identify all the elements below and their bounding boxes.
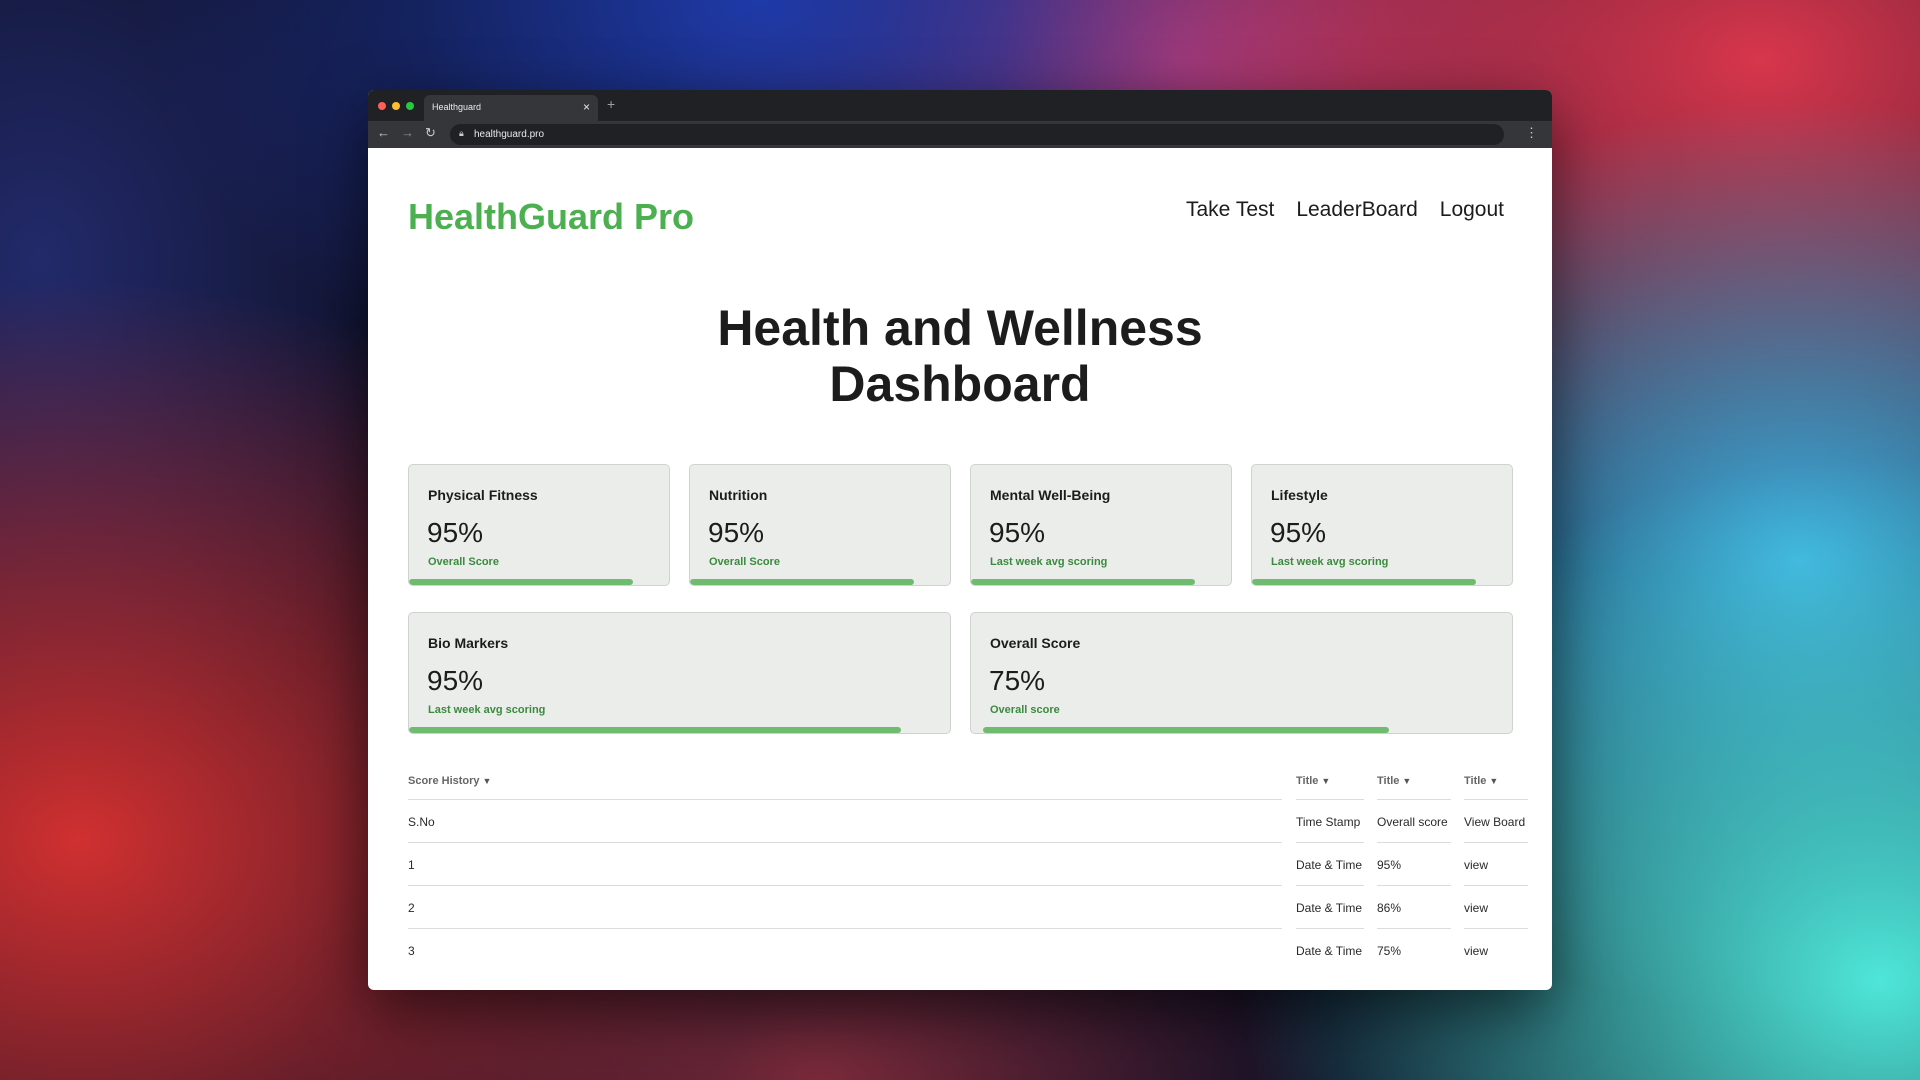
table-column-view-board: Title ▼ View Board view view view xyxy=(1464,768,1528,972)
progress-bar xyxy=(971,579,1195,585)
view-link[interactable]: view xyxy=(1464,886,1528,929)
minimize-window-button[interactable] xyxy=(392,102,400,110)
table-cell: 86% xyxy=(1377,886,1451,929)
card-bio-markers[interactable]: Bio Markers 95% Last week avg scoring xyxy=(408,612,951,734)
back-arrow-icon[interactable]: ← xyxy=(377,125,390,140)
lock-icon: 🔒︎ xyxy=(459,128,464,138)
caret-down-icon: ▼ xyxy=(1402,776,1412,786)
table-cell: 1 xyxy=(408,843,1282,886)
page-title-line1: Health and Wellness xyxy=(717,300,1203,356)
table-cell: Date & Time xyxy=(1296,886,1364,929)
card-value: 95% xyxy=(427,665,484,696)
browser-menu-icon[interactable]: ⋮ xyxy=(1525,125,1538,141)
table-cell: 95% xyxy=(1377,843,1451,886)
tab-bar: Healthguard × + xyxy=(368,90,1552,121)
card-subtitle: Overall score xyxy=(990,704,1060,716)
close-window-button[interactable] xyxy=(378,102,386,110)
table-cell: 3 xyxy=(408,944,415,958)
card-subtitle: Overall Score xyxy=(709,556,780,568)
page-content: HealthGuard Pro Take Test LeaderBoard Lo… xyxy=(368,148,1552,990)
card-value: 95% xyxy=(708,517,765,548)
card-value: 95% xyxy=(989,517,1046,548)
browser-window: Healthguard × + ← → ↻ 🔒︎ healthguard.pro… xyxy=(368,90,1552,990)
progress-bar xyxy=(690,579,914,585)
progress-bar xyxy=(1252,579,1476,585)
close-tab-icon[interactable]: × xyxy=(583,100,590,114)
nav-leaderboard[interactable]: LeaderBoard xyxy=(1296,198,1417,222)
table-cell: Date & Time xyxy=(1296,843,1364,886)
card-mental-well-being[interactable]: Mental Well-Being 95% Last week avg scor… xyxy=(970,464,1232,586)
card-title: Lifestyle xyxy=(1271,487,1328,503)
card-overall-score[interactable]: Overall Score 75% Overall score xyxy=(970,612,1513,734)
card-lifestyle[interactable]: Lifestyle 95% Last week avg scoring xyxy=(1251,464,1513,586)
title-dropdown[interactable]: Title ▼ xyxy=(1377,768,1451,800)
table-cell: Date & Time xyxy=(1296,944,1363,958)
caret-down-icon: ▼ xyxy=(1321,776,1331,786)
column-header: View Board xyxy=(1464,800,1528,843)
column-header: S.No xyxy=(408,800,1282,843)
page-title-line2: Dashboard xyxy=(829,356,1091,412)
header-label: Score History xyxy=(408,775,480,787)
card-subtitle: Last week avg scoring xyxy=(1271,556,1389,568)
browser-toolbar: ← → ↻ 🔒︎ healthguard.pro ⋮ xyxy=(368,121,1552,148)
address-bar[interactable]: 🔒︎ healthguard.pro xyxy=(450,124,1504,145)
card-value: 95% xyxy=(1270,517,1327,548)
card-title: Physical Fitness xyxy=(428,487,538,503)
header-label: Title xyxy=(1464,775,1487,787)
score-history-dropdown[interactable]: Score History ▼ xyxy=(408,768,1282,800)
card-title: Bio Markers xyxy=(428,635,509,651)
url-text: healthguard.pro xyxy=(474,129,545,140)
reload-icon[interactable]: ↻ xyxy=(425,125,436,141)
caret-down-icon: ▼ xyxy=(1489,776,1499,786)
view-link[interactable]: view xyxy=(1464,843,1528,886)
brand-logo[interactable]: HealthGuard Pro xyxy=(408,196,694,238)
nav-logout[interactable]: Logout xyxy=(1440,198,1504,222)
card-subtitle: Last week avg scoring xyxy=(990,556,1108,568)
table-column-overall-score: Title ▼ Overall score 95% 86% 75% xyxy=(1377,768,1451,972)
card-physical-fitness[interactable]: Physical Fitness 95% Overall Score xyxy=(408,464,670,586)
card-title: Nutrition xyxy=(709,487,768,503)
new-tab-icon[interactable]: + xyxy=(607,96,615,112)
maximize-window-button[interactable] xyxy=(406,102,414,110)
progress-bar xyxy=(409,727,901,733)
card-subtitle: Overall Score xyxy=(428,556,499,568)
card-value: 75% xyxy=(989,665,1046,696)
progress-bar xyxy=(983,727,1389,733)
card-nutrition[interactable]: Nutrition 95% Overall Score xyxy=(689,464,951,586)
page-title: Health and Wellness Dashboard xyxy=(368,300,1552,412)
card-title: Overall Score xyxy=(990,635,1081,651)
nav-take-test[interactable]: Take Test xyxy=(1186,198,1274,222)
table-column-timestamp: Title ▼ Time Stamp Date & Time Date & Tim… xyxy=(1296,768,1364,972)
table-cell: 2 xyxy=(408,886,1282,929)
browser-tab[interactable]: Healthguard × xyxy=(424,95,598,121)
table-cell: 75% xyxy=(1377,944,1402,958)
caret-down-icon: ▼ xyxy=(482,776,492,786)
top-navigation: Take Test LeaderBoard Logout xyxy=(1186,198,1504,222)
column-header: Overall score xyxy=(1377,800,1451,843)
card-subtitle: Last week avg scoring xyxy=(428,704,546,716)
header-label: Title xyxy=(1377,775,1400,787)
column-header: Time Stamp xyxy=(1296,800,1364,843)
progress-bar xyxy=(409,579,633,585)
card-value: 95% xyxy=(427,517,484,548)
tab-title: Healthguard xyxy=(432,102,482,112)
title-dropdown[interactable]: Title ▼ xyxy=(1464,768,1528,800)
forward-arrow-icon[interactable]: → xyxy=(401,125,414,140)
view-link[interactable]: view xyxy=(1464,929,1528,972)
table-column-sno: Score History ▼ S.No 1 2 3 xyxy=(408,768,1282,972)
card-title: Mental Well-Being xyxy=(990,487,1111,503)
header-label: Title xyxy=(1296,775,1319,787)
title-dropdown[interactable]: Title ▼ xyxy=(1296,768,1364,800)
